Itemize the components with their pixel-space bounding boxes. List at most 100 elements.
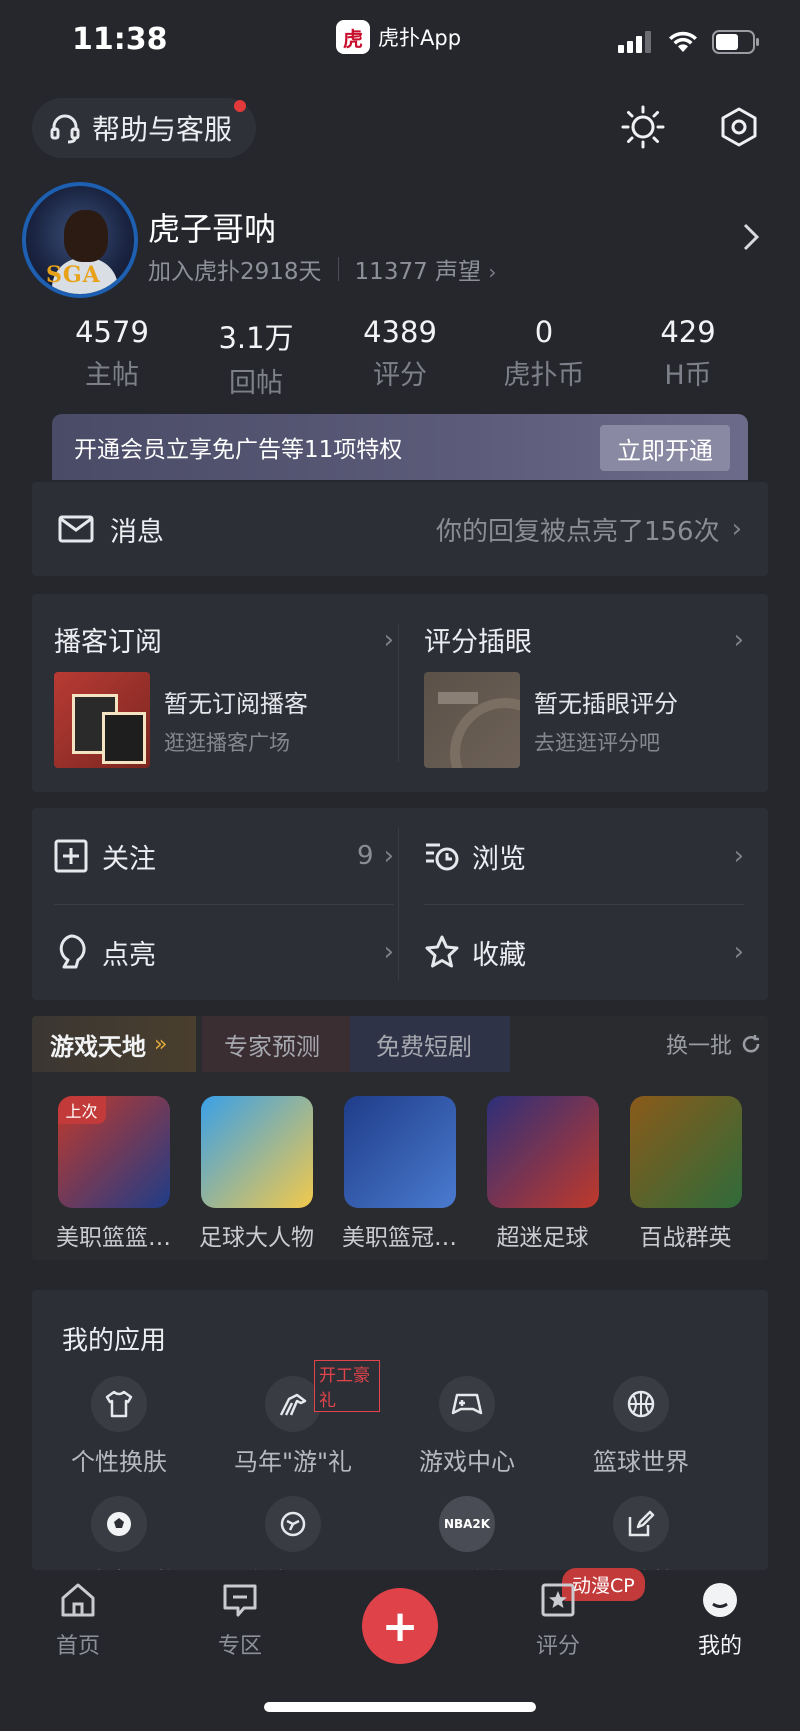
follow-label: 关注 bbox=[102, 843, 156, 875]
app-label: 游戏中心 bbox=[419, 1448, 515, 1476]
user-avatar[interactable]: SGA bbox=[22, 182, 138, 298]
avatar-figure-face bbox=[64, 210, 108, 262]
refresh-icon bbox=[742, 1035, 760, 1053]
podcast-empty-item[interactable]: 暂无订阅播客 逛逛播客广场 bbox=[54, 672, 308, 768]
stat-value: 4389 bbox=[363, 315, 437, 349]
app-label: 专家预测 bbox=[245, 1562, 341, 1570]
stat-value: 3.1万 bbox=[218, 321, 294, 355]
app-skin[interactable]: 个性换肤 bbox=[32, 1376, 206, 1477]
stat-hupu-coins[interactable]: 0 虎扑币 bbox=[472, 315, 616, 400]
app-soccer[interactable]: 足球大人物 bbox=[32, 1496, 206, 1570]
browse-label: 浏览 bbox=[472, 843, 526, 875]
nav-mine[interactable]: 我的 bbox=[670, 1580, 770, 1660]
profile-face-icon bbox=[703, 1583, 737, 1617]
chat-bubble-icon bbox=[223, 1584, 257, 1617]
stat-replies[interactable]: 3.1万 回帖 bbox=[184, 315, 328, 400]
game-name: 百战群英 bbox=[639, 1225, 732, 1251]
nba2k-icon: NBA2K bbox=[439, 1496, 495, 1552]
help-support-button[interactable]: 帮助与客服 bbox=[32, 98, 257, 158]
messages-summary: 你的回复被点亮了156次 bbox=[435, 516, 720, 547]
game-thumbnail bbox=[200, 1096, 313, 1208]
basketball-icon bbox=[613, 1376, 669, 1432]
status-time: 11:38 bbox=[72, 22, 168, 57]
vip-open-button[interactable]: 立即开通 bbox=[600, 425, 730, 471]
stat-posts[interactable]: 4579 主帖 bbox=[40, 315, 184, 400]
tab-games-label: 游戏天地 bbox=[50, 1032, 146, 1061]
tab-free-shorts[interactable]: 免费短剧 bbox=[350, 1016, 510, 1072]
tab-expert-prediction[interactable]: 专家预测 bbox=[202, 1016, 352, 1072]
light-label: 点亮 bbox=[102, 939, 156, 971]
rating-eye-empty-item[interactable]: 暂无插眼评分 去逛逛评分吧 bbox=[424, 672, 678, 768]
game-thumbnail bbox=[343, 1096, 456, 1208]
games-section: 游戏天地 » 专家预测 免费短剧 换一批 上次 美职篮篮… 足球大人物 美职篮冠… bbox=[32, 1016, 768, 1260]
swap-batch-button[interactable]: 换一批 bbox=[666, 1016, 762, 1072]
stat-h-coins[interactable]: 429 H币 bbox=[616, 315, 760, 400]
game-item[interactable]: 美职篮冠… bbox=[328, 1096, 471, 1252]
follow-row[interactable]: 关注 9 › bbox=[54, 808, 394, 904]
app-basketball-world[interactable]: 篮球世界 bbox=[554, 1376, 728, 1477]
app-horse-gift[interactable]: 开工豪礼 马年"游"礼 bbox=[206, 1360, 380, 1477]
chevron-right-icon: › bbox=[383, 841, 394, 871]
favorite-row[interactable]: 收藏 › bbox=[424, 904, 744, 1000]
stat-ratings[interactable]: 4389 评分 bbox=[328, 315, 472, 400]
browse-row[interactable]: 浏览 › bbox=[424, 808, 744, 904]
settings-button[interactable] bbox=[712, 100, 766, 154]
edit-icon bbox=[613, 1496, 669, 1552]
soccer-icon bbox=[91, 1496, 147, 1552]
podcast-empty-sub: 逛逛播客广场 bbox=[164, 730, 290, 755]
my-apps-card: 我的应用 个性换肤 开工豪礼 马年"游"礼 游戏中心 篮球世界 足球大人物 bbox=[32, 1290, 768, 1570]
app-game-center[interactable]: 游戏中心 bbox=[380, 1376, 554, 1477]
tab-games[interactable]: 游戏天地 » bbox=[32, 1016, 196, 1072]
battery-icon bbox=[712, 30, 759, 54]
game-thumbnail bbox=[486, 1096, 599, 1208]
stat-label: 回帖 bbox=[229, 368, 283, 399]
app-label: 马年"游"礼 bbox=[233, 1448, 353, 1476]
game-item[interactable]: 足球大人物 bbox=[185, 1096, 328, 1252]
games-list: 上次 美职篮篮… 足球大人物 美职篮冠… 超迷足球 百战群英 bbox=[42, 1096, 762, 1252]
rating-eye-header[interactable]: 评分插眼 › bbox=[424, 620, 744, 659]
card-divider bbox=[398, 624, 399, 762]
game-thumbnail bbox=[629, 1096, 742, 1208]
vip-banner[interactable]: 开通会员立享免广告等11项特权 立即开通 bbox=[52, 414, 748, 480]
my-apps-title: 我的应用 bbox=[62, 1326, 167, 1356]
game-name: 足球大人物 bbox=[199, 1225, 314, 1251]
chevron-right-icon: › bbox=[383, 937, 394, 967]
nav-rating-label: 评分 bbox=[535, 1634, 580, 1659]
app-2k-mobile[interactable]: NBA2K 2K手游 bbox=[380, 1496, 554, 1570]
nav-rating[interactable]: 评分 bbox=[508, 1580, 608, 1660]
app-drafts[interactable]: 草稿箱 bbox=[554, 1496, 728, 1570]
reputation-link[interactable]: 11377 声望 › bbox=[355, 252, 497, 286]
chevron-right-icon: › bbox=[488, 260, 497, 284]
user-name[interactable]: 虎子哥呐 bbox=[148, 204, 276, 250]
app-expert-prediction[interactable]: 专家预测 bbox=[206, 1496, 380, 1570]
game-item[interactable]: 超迷足球 bbox=[471, 1096, 614, 1252]
create-post-button[interactable]: + bbox=[362, 1588, 438, 1664]
nav-zone-label: 专区 bbox=[217, 1634, 262, 1659]
light-row[interactable]: 点亮 › bbox=[54, 904, 394, 1000]
nav-zone[interactable]: 专区 bbox=[190, 1580, 290, 1660]
subscriptions-card: 播客订阅 › 暂无订阅播客 逛逛播客广场 评分插眼 › 暂无插眼评分 去逛逛评分… bbox=[32, 594, 768, 792]
swap-batch-label: 换一批 bbox=[665, 1034, 732, 1059]
theme-toggle-button[interactable] bbox=[616, 100, 670, 154]
grid-divider bbox=[398, 828, 399, 980]
nav-home[interactable]: 首页 bbox=[28, 1580, 128, 1660]
home-indicator[interactable] bbox=[264, 1702, 536, 1712]
stat-label: 评分 bbox=[373, 360, 427, 391]
shortcuts-grid: 关注 9 › 浏览 › 点亮 › 收藏 › bbox=[32, 808, 768, 1000]
rating-eye-empty-sub: 去逛逛评分吧 bbox=[534, 730, 660, 755]
podcast-header[interactable]: 播客订阅 › bbox=[54, 620, 394, 659]
game-item[interactable]: 百战群英 bbox=[614, 1096, 757, 1252]
messages-row[interactable]: 消息 你的回复被点亮了156次 › bbox=[32, 482, 768, 576]
stat-label: H币 bbox=[664, 360, 712, 391]
cellular-signal-icon bbox=[618, 31, 651, 53]
headset-icon bbox=[50, 114, 80, 144]
nba2k-text: NBA2K bbox=[443, 1517, 491, 1531]
profile-chevron-button[interactable] bbox=[742, 222, 760, 256]
wifi-icon bbox=[669, 31, 697, 52]
follow-count: 9 bbox=[357, 841, 374, 871]
status-icons bbox=[618, 30, 760, 54]
podcast-empty-title: 暂无订阅播客 bbox=[164, 689, 308, 718]
game-item[interactable]: 上次 美职篮篮… bbox=[42, 1096, 185, 1252]
stat-value: 429 bbox=[660, 315, 716, 349]
join-days: 加入虎扑2918天 bbox=[148, 259, 322, 285]
